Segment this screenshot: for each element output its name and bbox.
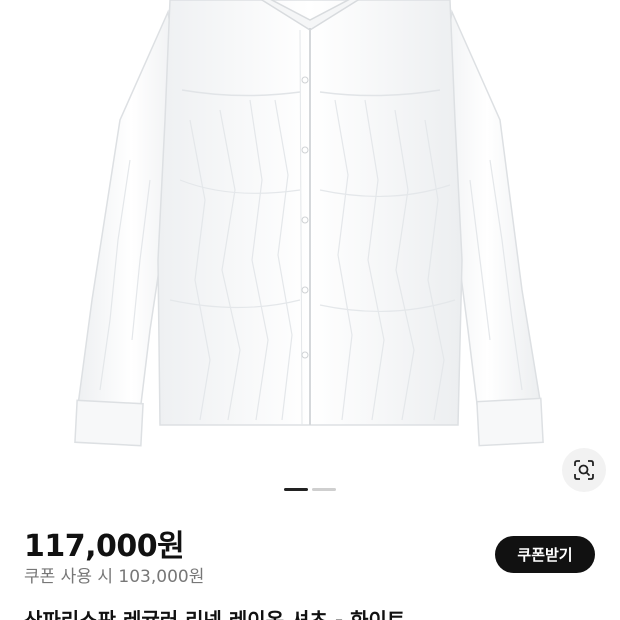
product-title: 산파리스판 레귤러 리넨 레이온 셔츠 - 화이트 (24, 608, 406, 620)
product-price: 117,000원 (24, 529, 185, 564)
carousel-pager (284, 488, 336, 491)
pager-dot-active[interactable] (284, 488, 308, 491)
get-coupon-button[interactable]: 쿠폰받기 (495, 536, 595, 573)
lens-search-button[interactable] (562, 448, 606, 492)
pager-dot[interactable] (312, 488, 336, 491)
shirt-illustration (74, 0, 544, 447)
lens-search-icon (574, 460, 594, 480)
product-image[interactable] (0, 0, 620, 470)
coupon-price: 쿠폰 사용 시 103,000원 (24, 567, 205, 587)
